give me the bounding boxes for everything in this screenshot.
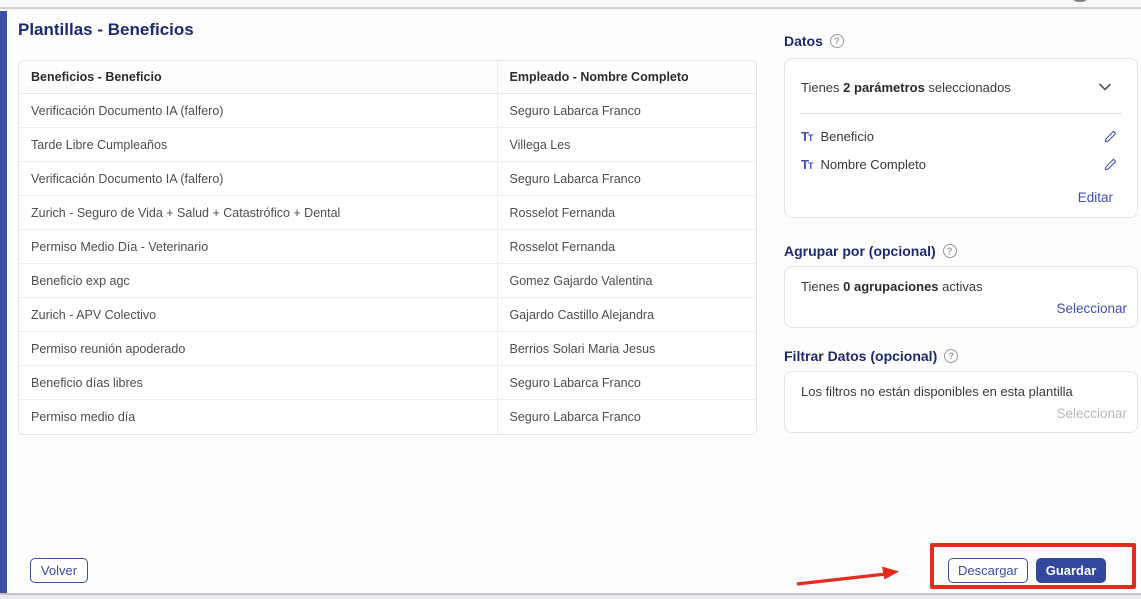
help-icon[interactable]: ? [943,244,957,258]
parameter-label: Beneficio [820,129,1104,144]
filtrar-heading-label: Filtrar Datos (opcional) [784,348,937,364]
cell-beneficio: Verificación Documento IA (falfero) [19,94,497,128]
cell-empleado: Seguro Labarca Franco [497,162,756,196]
table-row: Permiso Medio Día - VeterinarioRosselot … [19,230,756,264]
browser-top-strip [0,0,1141,9]
parameter-list: TT Beneficio TT Nombre Completo [785,122,1137,178]
table-row: Permiso reunión apoderadoBerrios Solari … [19,332,756,366]
volver-button[interactable]: Volver [30,558,88,583]
cell-beneficio: Zurich - APV Colectivo [19,298,497,332]
cell-beneficio: Permiso reunión apoderado [19,332,497,366]
parameter-item: TT Beneficio [785,122,1137,150]
editar-link[interactable]: Editar [785,178,1137,205]
parameters-summary[interactable]: Tienes 2 parámetros seleccionados [785,63,1137,111]
table-row: Tarde Libre CumpleañosVillega Les [19,128,756,162]
table-row: Zurich - APV ColectivoGajardo Castillo A… [19,298,756,332]
filtrar-seleccionar-link-disabled: Seleccionar [785,399,1137,421]
edit-pencil-icon[interactable] [1104,158,1117,171]
cell-empleado: Villega Les [497,128,756,162]
cell-empleado: Seguro Labarca Franco [497,366,756,400]
column-header-empleado: Empleado - Nombre Completo [497,61,756,94]
cell-beneficio: Tarde Libre Cumpleaños [19,128,497,162]
cell-empleado: Berrios Solari Maria Jesus [497,332,756,366]
edit-pencil-icon[interactable] [1104,130,1117,143]
datos-card: Tienes 2 parámetros seleccionados TT Ben… [784,58,1138,218]
cell-beneficio: Beneficio días libres [19,366,497,400]
text-type-icon: TT [801,157,812,172]
agrupar-heading: Agrupar por (opcional) ? [784,243,957,259]
table-row: Zurich - Seguro de Vida + Salud + Catast… [19,196,756,230]
cell-beneficio: Zurich - Seguro de Vida + Salud + Catast… [19,196,497,230]
filtrar-card: Los filtros no están disponibles en esta… [784,371,1138,433]
agrupar-seleccionar-link[interactable]: Seleccionar [785,294,1137,316]
descargar-button[interactable]: Descargar [948,558,1028,583]
table-row: Verificación Documento IA (falfero)Segur… [19,94,756,128]
cell-empleado: Gajardo Castillo Alejandra [497,298,756,332]
help-icon[interactable]: ? [944,349,958,363]
table-row: Permiso medio díaSeguro Labarca Franco [19,400,756,434]
parameter-label: Nombre Completo [820,157,1104,172]
annotation-arrow [792,563,912,589]
guardar-button[interactable]: Guardar [1036,558,1106,583]
table-row: Verificación Documento IA (falfero)Segur… [19,162,756,196]
preview-table: Beneficios - Beneficio Empleado - Nombre… [18,60,757,435]
text-type-icon: TT [801,129,812,144]
cell-empleado: Rosselot Fernanda [497,196,756,230]
cell-empleado: Rosselot Fernanda [497,230,756,264]
agrupar-status-text: Tienes 0 agrupaciones activas [785,267,1137,294]
card-divider [800,113,1122,114]
table-row: Beneficio días libresSeguro Labarca Fran… [19,366,756,400]
cell-beneficio: Beneficio exp agc [19,264,497,298]
bottom-strip [0,593,1141,599]
cell-beneficio: Permiso medio día [19,400,497,434]
parameters-summary-text: Tienes 2 parámetros seleccionados [801,80,1011,95]
cell-empleado: Seguro Labarca Franco [497,94,756,128]
table-header-row: Beneficios - Beneficio Empleado - Nombre… [19,61,756,94]
cell-empleado: Seguro Labarca Franco [497,400,756,434]
cell-beneficio: Permiso Medio Día - Veterinario [19,230,497,264]
datos-heading: Datos ? [784,33,844,49]
cell-beneficio: Verificación Documento IA (falfero) [19,162,497,196]
filtrar-status-text: Los filtros no están disponibles en esta… [785,372,1137,399]
datos-heading-label: Datos [784,33,823,49]
page-title: Plantillas - Beneficios [18,20,194,40]
chevron-down-icon[interactable] [1099,83,1111,91]
help-icon[interactable]: ? [830,34,844,48]
filtrar-heading: Filtrar Datos (opcional) ? [784,348,958,364]
agrupar-card: Tienes 0 agrupaciones activas Selecciona… [784,266,1138,328]
cell-empleado: Gomez Gajardo Valentina [497,264,756,298]
left-accent-bar [0,11,7,593]
column-header-beneficio: Beneficios - Beneficio [19,61,497,94]
agrupar-heading-label: Agrupar por (opcional) [784,243,936,259]
parameter-item: TT Nombre Completo [785,150,1137,178]
table-row: Beneficio exp agcGomez Gajardo Valentina [19,264,756,298]
